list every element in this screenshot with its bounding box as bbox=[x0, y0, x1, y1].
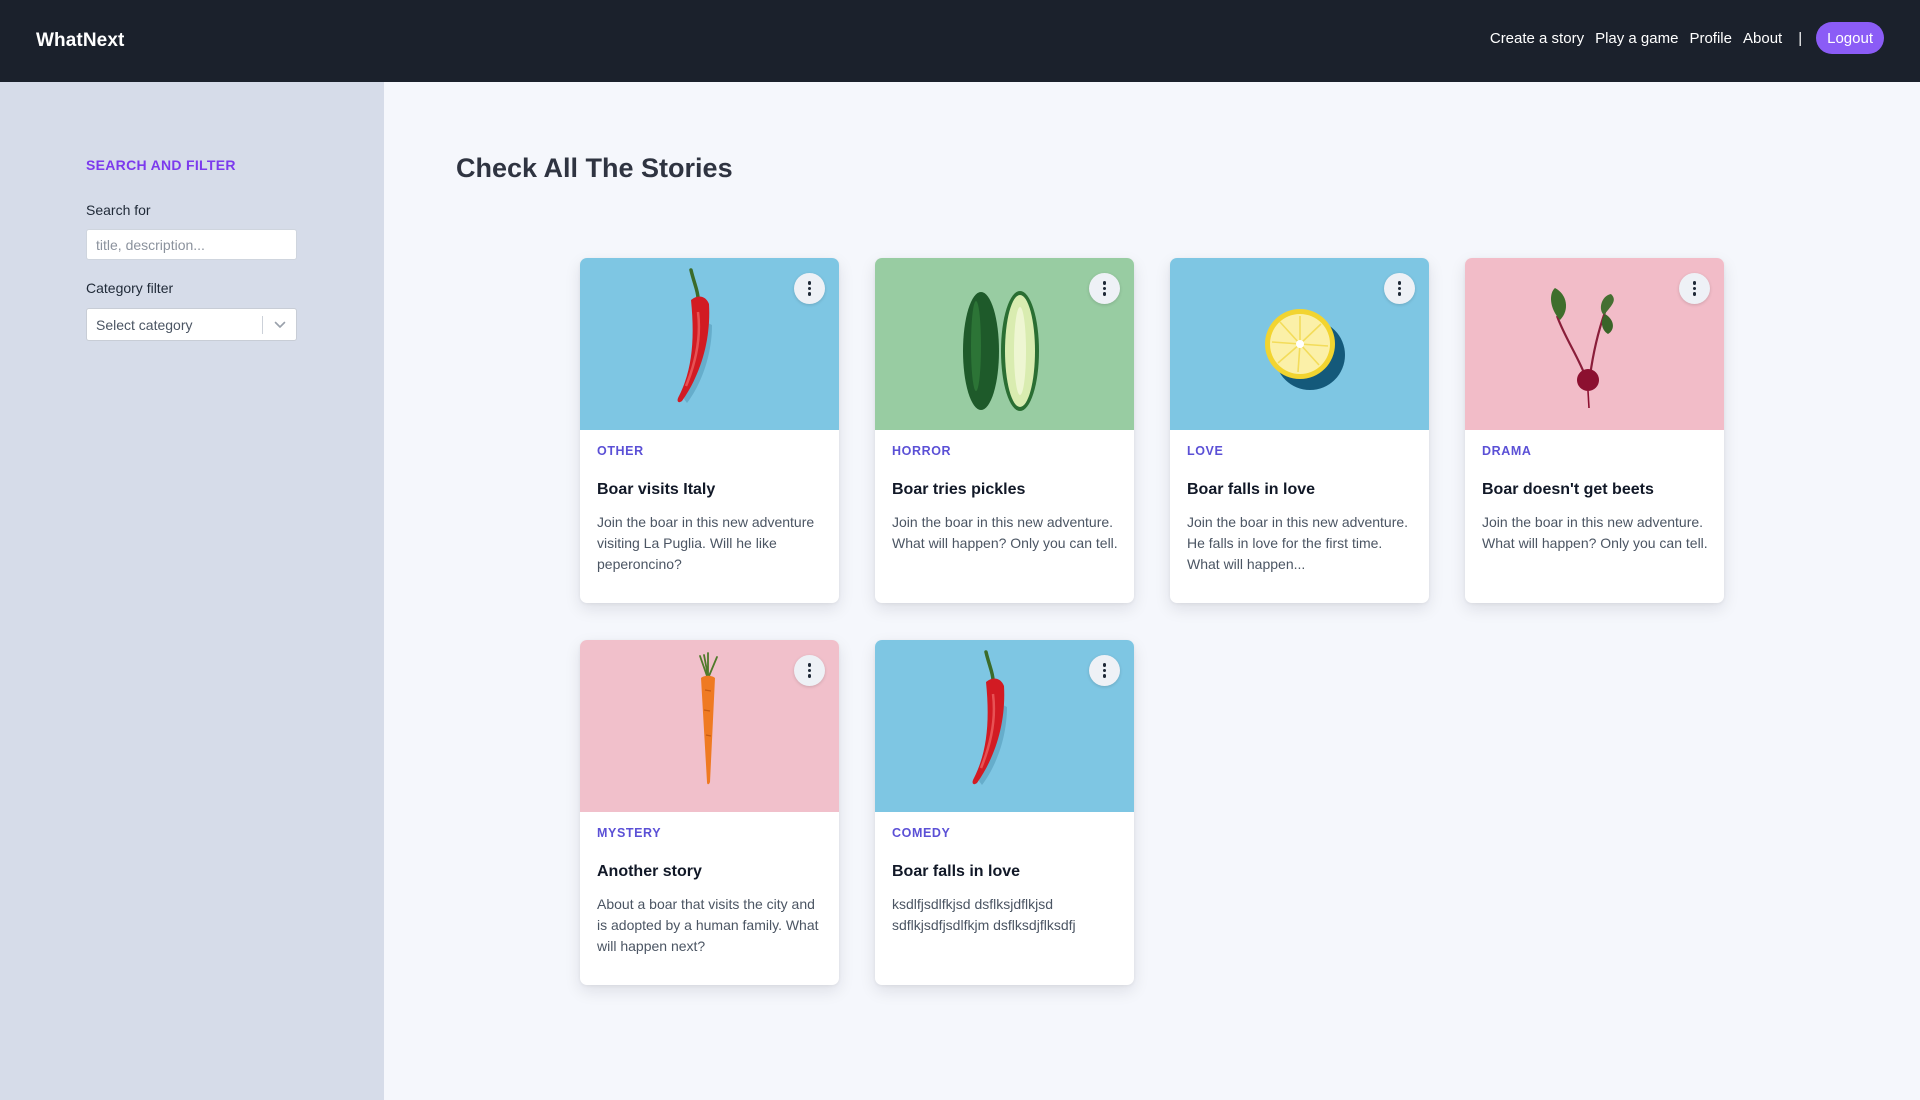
story-card[interactable]: COMEDY Boar falls in love ksdlfjsdlfkjsd… bbox=[875, 640, 1134, 985]
story-card[interactable]: OTHER Boar visits Italy Join the boar in… bbox=[580, 258, 839, 603]
story-card[interactable]: MYSTERY Another story About a boar that … bbox=[580, 640, 839, 985]
more-vertical-icon bbox=[1102, 663, 1107, 667]
story-card[interactable]: LOVE Boar falls in love Join the boar in… bbox=[1170, 258, 1429, 603]
card-menu-button[interactable] bbox=[1384, 273, 1415, 304]
nav-about-link[interactable]: About bbox=[1743, 30, 1782, 47]
card-category: MYSTERY bbox=[597, 826, 662, 840]
search-input[interactable] bbox=[86, 229, 297, 260]
story-card[interactable]: DRAMA Boar doesn't get beets Join the bo… bbox=[1465, 258, 1724, 603]
card-category: LOVE bbox=[1187, 444, 1224, 458]
chevron-down-icon bbox=[274, 321, 286, 328]
filter-sidebar: SEARCH AND FILTER Search for Category fi… bbox=[0, 82, 384, 1100]
brand-logo[interactable]: WhatNext bbox=[36, 30, 124, 52]
card-title: Boar doesn't get beets bbox=[1482, 481, 1654, 498]
sidebar-title: SEARCH AND FILTER bbox=[86, 157, 236, 173]
more-vertical-icon bbox=[1102, 281, 1107, 285]
nav-play-game-link[interactable]: Play a game bbox=[1595, 30, 1678, 47]
card-description: Join the boar in this new adventure. He … bbox=[1187, 514, 1409, 572]
more-vertical-icon bbox=[1397, 281, 1402, 285]
more-vertical-icon bbox=[807, 281, 812, 285]
top-navbar: WhatNext Create a story Play a game Prof… bbox=[0, 0, 1920, 82]
category-select[interactable]: Select category bbox=[86, 308, 297, 341]
card-title: Boar visits Italy bbox=[597, 481, 716, 498]
card-category: DRAMA bbox=[1482, 444, 1532, 458]
card-menu-button[interactable] bbox=[794, 655, 825, 686]
card-title: Boar tries pickles bbox=[892, 481, 1026, 498]
story-card[interactable]: HORROR Boar tries pickles Join the boar … bbox=[875, 258, 1134, 603]
page-title: Check All The Stories bbox=[456, 153, 733, 183]
card-category: HORROR bbox=[892, 444, 952, 458]
card-category: COMEDY bbox=[892, 826, 951, 840]
logout-button[interactable]: Logout bbox=[1816, 22, 1884, 54]
nav-create-story-link[interactable]: Create a story bbox=[1490, 30, 1584, 47]
category-select-value: Select category bbox=[96, 317, 193, 333]
card-menu-button[interactable] bbox=[794, 273, 825, 304]
card-description: ksdlfjsdlfkjsd dsflksjdflkjsd sdflkjsdfj… bbox=[892, 896, 1076, 933]
card-category: OTHER bbox=[597, 444, 644, 458]
select-divider bbox=[262, 316, 263, 334]
card-title: Another story bbox=[597, 863, 702, 880]
card-title: Boar falls in love bbox=[892, 863, 1021, 880]
card-description: Join the boar in this new adventure. Wha… bbox=[892, 514, 1118, 551]
card-description: Join the boar in this new adventure visi… bbox=[597, 514, 815, 572]
search-label: Search for bbox=[86, 202, 151, 218]
card-menu-button[interactable] bbox=[1089, 655, 1120, 686]
card-menu-button[interactable] bbox=[1089, 273, 1120, 304]
more-vertical-icon bbox=[1692, 281, 1697, 285]
card-description: Join the boar in this new adventure. Wha… bbox=[1482, 514, 1708, 551]
card-description: About a boar that visits the city and is… bbox=[597, 896, 819, 954]
card-title: Boar falls in love bbox=[1187, 481, 1316, 498]
category-filter-label: Category filter bbox=[86, 280, 174, 296]
nav-profile-link[interactable]: Profile bbox=[1689, 30, 1732, 47]
nav-separator: | bbox=[1798, 29, 1803, 47]
card-menu-button[interactable] bbox=[1679, 273, 1710, 304]
nav-links: Create a story Play a game Profile About… bbox=[1479, 22, 1884, 54]
more-vertical-icon bbox=[807, 663, 812, 667]
